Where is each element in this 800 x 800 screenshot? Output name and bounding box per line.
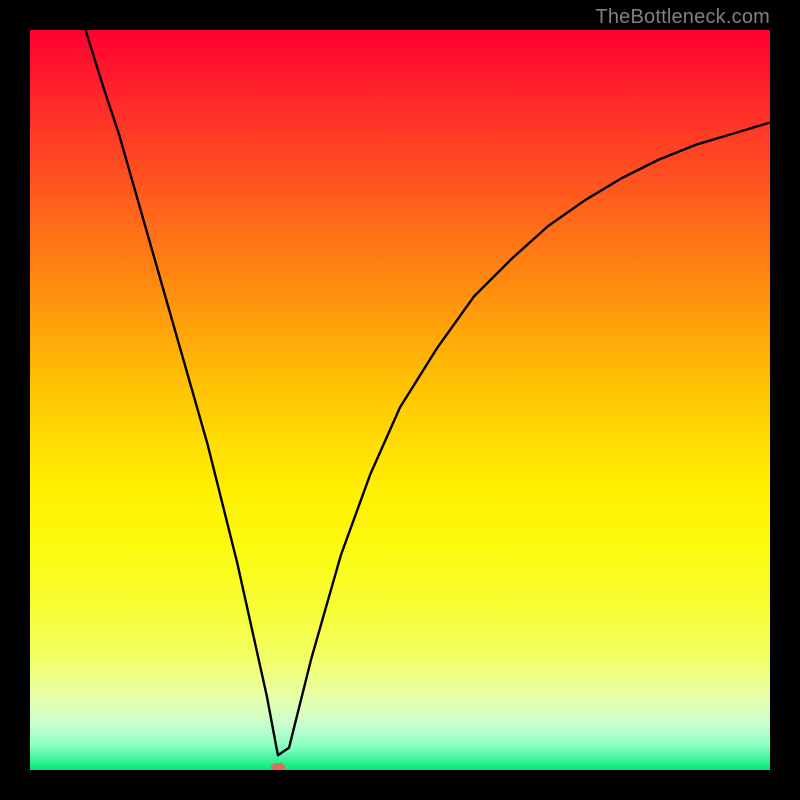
plot-area [30,30,770,770]
watermark-text: TheBottleneck.com [595,6,770,29]
bottleneck-curve [86,30,771,755]
outer-frame: TheBottleneck.com [0,0,800,800]
minimum-marker [271,763,285,770]
chart-svg [30,30,770,770]
